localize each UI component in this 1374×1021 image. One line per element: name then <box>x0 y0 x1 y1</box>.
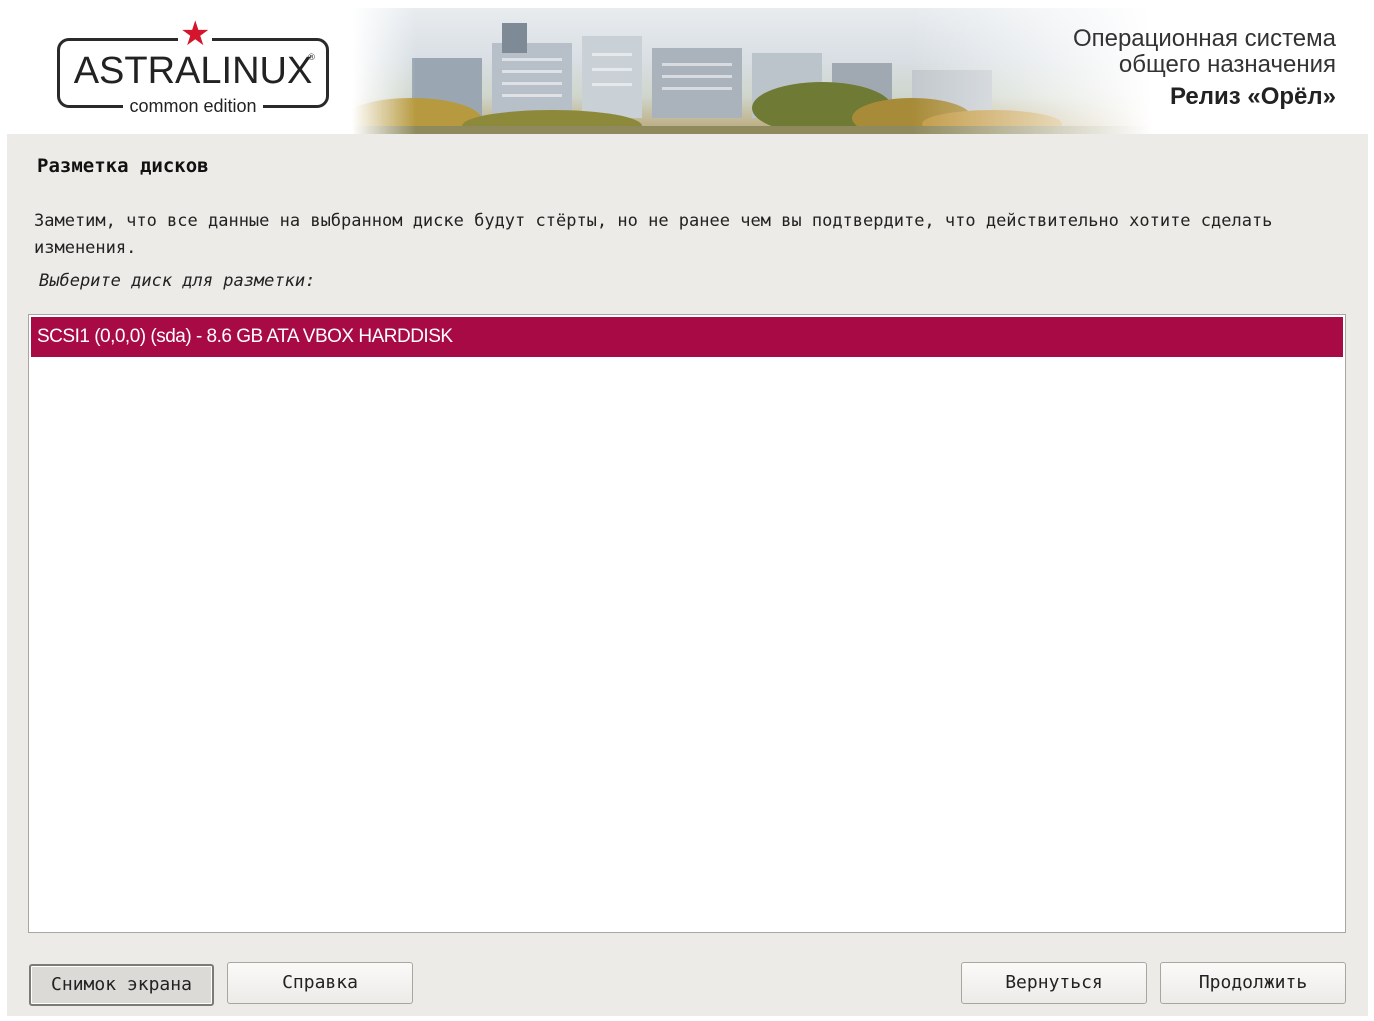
screenshot-button[interactable]: Снимок экрана <box>29 964 214 1006</box>
registered-mark: ® <box>307 53 316 63</box>
continue-button[interactable]: Продолжить <box>1160 962 1346 1004</box>
city-photo-banner <box>352 8 1152 134</box>
help-button[interactable]: Справка <box>227 962 413 1004</box>
header-banner: ★ ASTRALINUX ® common edition Операционн… <box>7 8 1368 134</box>
release-name: Релиз «Орёл» <box>1170 83 1336 110</box>
os-tagline: Операционная система общего назначения Р… <box>1073 26 1336 110</box>
page-title: Разметка дисков <box>37 155 209 177</box>
logo-text: ASTRALINUX <box>73 50 313 92</box>
tagline-line-2: общего назначения <box>1118 51 1336 78</box>
back-button[interactable]: Вернуться <box>961 962 1147 1004</box>
astralinux-logo: ★ ASTRALINUX ® common edition <box>57 17 329 116</box>
tagline-line-1: Операционная система <box>1072 25 1336 52</box>
logo-subtitle: common edition <box>123 96 263 116</box>
red-star-icon: ★ <box>178 14 213 54</box>
disk-selection-prompt: Выберите диск для разметки: <box>39 271 316 291</box>
installer-window: ★ ASTRALINUX ® common edition Операционн… <box>7 8 1368 1016</box>
disk-listbox[interactable]: SCSI1 (0,0,0) (sda) - 8.6 GB ATA VBOX HA… <box>28 314 1346 933</box>
list-item-disk-sda[interactable]: SCSI1 (0,0,0) (sda) - 8.6 GB ATA VBOX HA… <box>31 317 1343 357</box>
page-description: Заметим, что все данные на выбранном дис… <box>34 211 1273 258</box>
